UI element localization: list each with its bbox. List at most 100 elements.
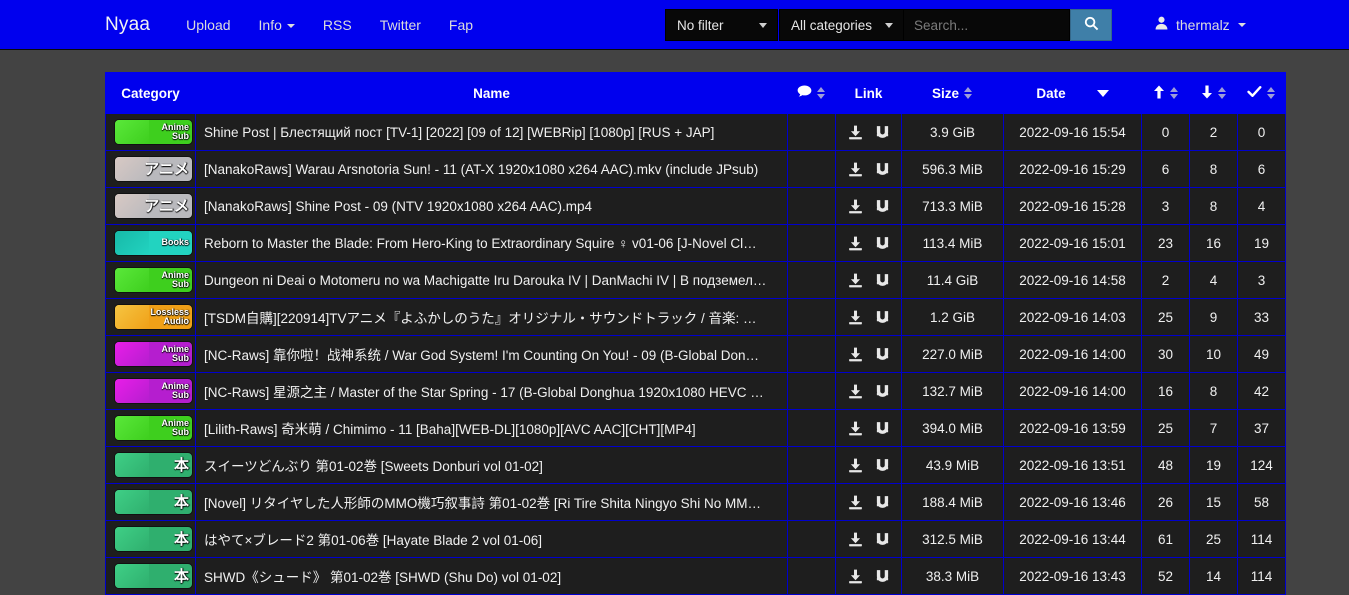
nav-link-upload[interactable]: Upload — [172, 0, 244, 50]
sort-icon[interactable] — [817, 86, 826, 100]
download-icon[interactable] — [848, 310, 863, 325]
sort-icon[interactable] — [1169, 86, 1179, 100]
category-badge[interactable]: Lossless Audio — [114, 304, 193, 330]
download-icon[interactable] — [848, 458, 863, 473]
table-row[interactable]: 本はやて×ブレード2 第01-06巻 [Hayate Blade 2 vol 0… — [105, 520, 1286, 558]
download-icon[interactable] — [848, 384, 863, 399]
download-icon[interactable] — [848, 125, 863, 140]
category-badge[interactable]: 本 — [114, 526, 193, 552]
row-name-cell: Dungeon ni Deai o Motomeru no wa Machiga… — [195, 261, 788, 299]
row-completed-cell: 0 — [1237, 113, 1286, 151]
magnet-icon[interactable] — [875, 495, 890, 510]
row-leechers-cell: 2 — [1189, 113, 1238, 151]
row-completed-cell: 33 — [1237, 298, 1286, 336]
torrent-title-link[interactable]: [NC-Raws] 星源之主 / Master of the Star Spri… — [204, 385, 764, 400]
nav-link-fap[interactable]: Fap — [435, 0, 487, 50]
table-row[interactable]: Lossless Audio [TSDM自購][220914]TVアニメ『よふかしの… — [105, 298, 1286, 336]
download-icon[interactable] — [848, 236, 863, 251]
category-badge[interactable]: Anime Sub — [114, 378, 193, 404]
column-header-seeders[interactable] — [1141, 72, 1190, 114]
nav-link-rss[interactable]: RSS — [309, 0, 366, 50]
category-badge[interactable]: アニメ — [114, 193, 193, 219]
sort-desc-active-icon[interactable] — [1096, 89, 1109, 97]
row-seeders-cell: 23 — [1141, 224, 1190, 262]
column-header-leechers[interactable] — [1189, 72, 1238, 114]
magnet-icon[interactable] — [875, 273, 890, 288]
category-badge[interactable]: Anime Sub — [114, 341, 193, 367]
filter-select[interactable]: No filter — [665, 9, 778, 41]
category-badge[interactable]: 本 — [114, 489, 193, 515]
column-header-category[interactable]: Category — [105, 72, 196, 114]
download-icon[interactable] — [848, 569, 863, 584]
category-badge[interactable]: Anime Sub — [114, 119, 193, 145]
torrent-title-link[interactable]: Shine Post | Блестящий пост [TV-1] [2022… — [204, 125, 714, 140]
column-header-date[interactable]: Date — [1003, 72, 1142, 114]
torrent-title-link[interactable]: Reborn to Master the Blade: From Hero-Ki… — [204, 236, 757, 251]
column-header-completed[interactable] — [1237, 72, 1286, 114]
magnet-icon[interactable] — [875, 421, 890, 436]
nav-link-label: Twitter — [379, 16, 421, 33]
download-icon[interactable] — [848, 532, 863, 547]
torrent-title-link[interactable]: Dungeon ni Deai o Motomeru no wa Machiga… — [204, 273, 766, 288]
table-row[interactable]: Anime Sub Shine Post | Блестящий пост [TV-… — [105, 113, 1286, 151]
torrent-title-link[interactable]: はやて×ブレード2 第01-06巻 [Hayate Blade 2 vol 01… — [204, 533, 542, 548]
category-badge[interactable]: 本 — [114, 563, 193, 589]
magnet-icon[interactable] — [875, 384, 890, 399]
magnet-icon[interactable] — [875, 236, 890, 251]
category-badge-label: Anime Sub — [161, 269, 189, 289]
category-badge[interactable]: Anime Sub — [114, 415, 193, 441]
category-badge[interactable]: 本 — [114, 452, 193, 478]
site-brand[interactable]: Nyaa — [105, 14, 150, 36]
torrent-title-link[interactable]: SHWD《シュード》 第01-02巻 [SHWD (Shu Do) vol 01… — [204, 570, 561, 585]
table-row[interactable]: Anime Sub [Lilith-Raws] 奇米萌 / Chimimo - 11… — [105, 409, 1286, 447]
download-icon[interactable] — [848, 199, 863, 214]
category-badge[interactable]: Anime Sub — [114, 267, 193, 293]
category-select[interactable]: All categories — [779, 9, 905, 41]
torrent-title-link[interactable]: [NanakoRaws] Shine Post - 09 (NTV 1920x1… — [204, 199, 592, 214]
table-row[interactable]: 本 SHWD《シュード》 第01-02巻 [SHWD (Shu Do) vol 0… — [105, 557, 1286, 595]
table-row[interactable]: 本スイーツどんぶり 第01-02巻 [Sweets Donburi vol 01… — [105, 446, 1286, 484]
magnet-icon[interactable] — [875, 347, 890, 362]
table-row[interactable]: アニメ [NanakoRaws] Shine Post - 09 (NTV 192… — [105, 187, 1286, 225]
magnet-icon[interactable] — [875, 532, 890, 547]
torrent-title-link[interactable]: スイーツどんぶり 第01-02巻 [Sweets Donburi vol 01-… — [204, 459, 543, 474]
download-icon[interactable] — [848, 495, 863, 510]
search-input[interactable] — [904, 9, 1071, 41]
download-icon[interactable] — [848, 421, 863, 436]
download-icon[interactable] — [848, 162, 863, 177]
sort-icon[interactable] — [1217, 86, 1227, 100]
table-row[interactable]: Anime Sub [NC-Raws] 星源之主 / Master of the S… — [105, 372, 1286, 410]
column-header-comments[interactable] — [787, 72, 836, 114]
magnet-icon[interactable] — [875, 162, 890, 177]
sort-icon[interactable] — [1267, 86, 1276, 100]
sort-icon[interactable] — [964, 86, 973, 100]
search-button[interactable] — [1070, 9, 1113, 41]
search-form: No filter All categories — [665, 9, 1113, 41]
download-icon[interactable] — [848, 273, 863, 288]
column-header-name[interactable]: Name — [195, 72, 788, 114]
table-row[interactable]: Anime Sub Dungeon ni Deai o Motomeru no wa… — [105, 261, 1286, 299]
column-header-size[interactable]: Size — [901, 72, 1004, 114]
torrent-title-link[interactable]: [Novel] リタイヤした人形師のMMO機巧叙事詩 第01-02巻 [Ri T… — [204, 496, 761, 511]
table-row[interactable]: Anime Sub [NC-Raws] 靠你啦！战神系统 / War God Sys… — [105, 335, 1286, 373]
torrent-title-link[interactable]: [NanakoRaws] Warau Arsnotoria Sun! - 11 … — [204, 162, 758, 177]
user-menu[interactable]: thermalz — [1155, 0, 1246, 50]
row-date-cell: 2022-09-16 13:43 — [1003, 557, 1142, 595]
row-comments-cell — [787, 150, 836, 188]
magnet-icon[interactable] — [875, 310, 890, 325]
torrent-title-link[interactable]: [Lilith-Raws] 奇米萌 / Chimimo - 11 [Baha][… — [204, 422, 696, 437]
magnet-icon[interactable] — [875, 125, 890, 140]
table-row[interactable]: Books Reborn to Master the Blade: From He… — [105, 224, 1286, 262]
category-badge[interactable]: アニメ — [114, 156, 193, 182]
torrent-title-link[interactable]: [TSDM自購][220914]TVアニメ『よふかしのうた』オリジナル・サウンド… — [204, 311, 757, 326]
torrent-title-link[interactable]: [NC-Raws] 靠你啦！战神系统 / War God System! I'm… — [204, 348, 759, 363]
table-row[interactable]: 本 [Novel] リタイヤした人形師のMMO機巧叙事詩 第01-02巻 [Ri … — [105, 483, 1286, 521]
nav-link-twitter[interactable]: Twitter — [366, 0, 435, 50]
download-icon[interactable] — [848, 347, 863, 362]
magnet-icon[interactable] — [875, 199, 890, 214]
magnet-icon[interactable] — [875, 569, 890, 584]
category-badge[interactable]: Books — [114, 230, 193, 256]
magnet-icon[interactable] — [875, 458, 890, 473]
table-row[interactable]: アニメ [NanakoRaws] Warau Arsnotoria Sun! - … — [105, 150, 1286, 188]
nav-link-info[interactable]: Info — [245, 0, 309, 50]
